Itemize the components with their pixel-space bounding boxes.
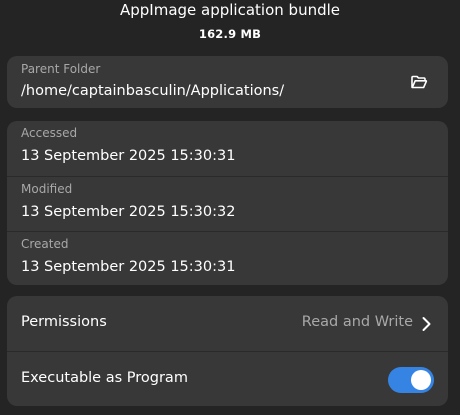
open-parent-folder-button[interactable] — [408, 71, 430, 93]
file-properties-panel: AppImage application bundle 162.9 MB Par… — [0, 0, 460, 415]
created-label: Created — [21, 237, 69, 251]
permissions-value: Read and Write — [301, 314, 413, 330]
permissions-card: Permissions Read and Write Executable as… — [7, 296, 448, 406]
folder-open-icon — [411, 75, 428, 89]
accessed-label: Accessed — [21, 126, 78, 140]
permissions-row[interactable]: Permissions Read and Write — [7, 296, 448, 351]
modified-label: Modified — [21, 182, 73, 196]
executable-label: Executable as Program — [21, 370, 188, 386]
executable-toggle[interactable] — [388, 367, 434, 393]
accessed-value: 13 September 2025 15:30:31 — [21, 148, 236, 164]
dates-card: Accessed 13 September 2025 15:30:31 Modi… — [7, 121, 448, 285]
modified-value: 13 September 2025 15:30:32 — [21, 204, 236, 220]
created-value: 13 September 2025 15:30:31 — [21, 259, 236, 275]
date-row-accessed: Accessed 13 September 2025 15:30:31 — [7, 121, 448, 176]
parent-folder-path: /home/captainbasculin/Applications/ — [21, 83, 285, 99]
chevron-right-icon — [422, 317, 431, 331]
toggle-knob — [411, 370, 431, 390]
executable-row: Executable as Program — [7, 351, 448, 406]
file-type-label: AppImage application bundle — [119, 1, 340, 19]
date-row-modified: Modified 13 September 2025 15:30:32 — [7, 176, 448, 231]
permissions-label: Permissions — [21, 314, 107, 330]
parent-folder-label: Parent Folder — [21, 62, 101, 76]
file-size-label: 162.9 MB — [198, 27, 262, 41]
parent-folder-card: Parent Folder /home/captainbasculin/Appl… — [7, 56, 448, 108]
date-row-created: Created 13 September 2025 15:30:31 — [7, 231, 448, 285]
